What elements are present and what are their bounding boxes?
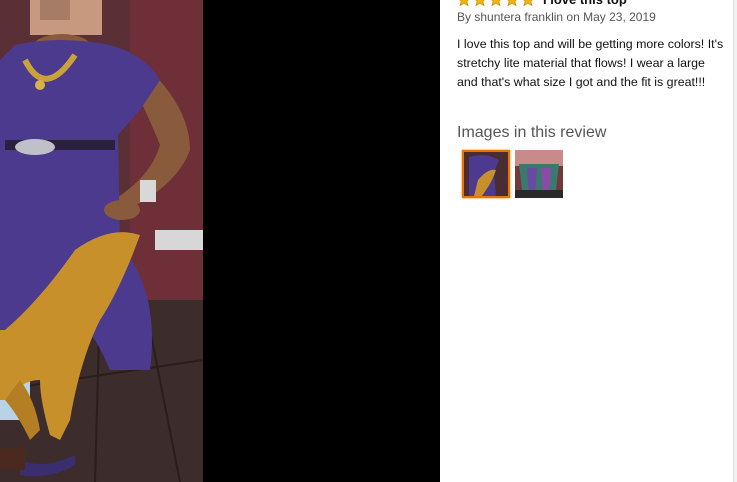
review-date: on May 23, 2019 [566, 10, 656, 24]
review-thumbnails [462, 150, 563, 198]
star-icon [475, 0, 485, 7]
star-icon [523, 0, 533, 7]
review-title-row: I love this top [457, 0, 627, 8]
review-author[interactable]: shuntera franklin [474, 10, 563, 24]
thumbnail-image [464, 152, 508, 196]
review-title[interactable]: I love this top [543, 0, 627, 8]
star-icon [459, 0, 469, 7]
review-image-viewer [0, 0, 440, 482]
star-rating [457, 0, 535, 7]
byline-prefix: By [457, 10, 472, 24]
review-photo-illustration [0, 0, 203, 482]
review-byline: By shuntera franklin on May 23, 2019 [457, 10, 656, 24]
panel-scrollbar[interactable] [733, 0, 737, 482]
review-thumbnail-1[interactable] [462, 150, 510, 198]
review-thumbnail-2[interactable] [515, 150, 563, 198]
thumbnail-image [515, 150, 563, 198]
images-section-heading: Images in this review [457, 124, 607, 141]
star-icon [507, 0, 517, 7]
review-photo [0, 0, 203, 482]
review-body: I love this top and will be getting more… [457, 37, 724, 89]
review-details-panel: I love this top By shuntera franklin on … [440, 0, 733, 482]
star-icon [491, 0, 501, 7]
